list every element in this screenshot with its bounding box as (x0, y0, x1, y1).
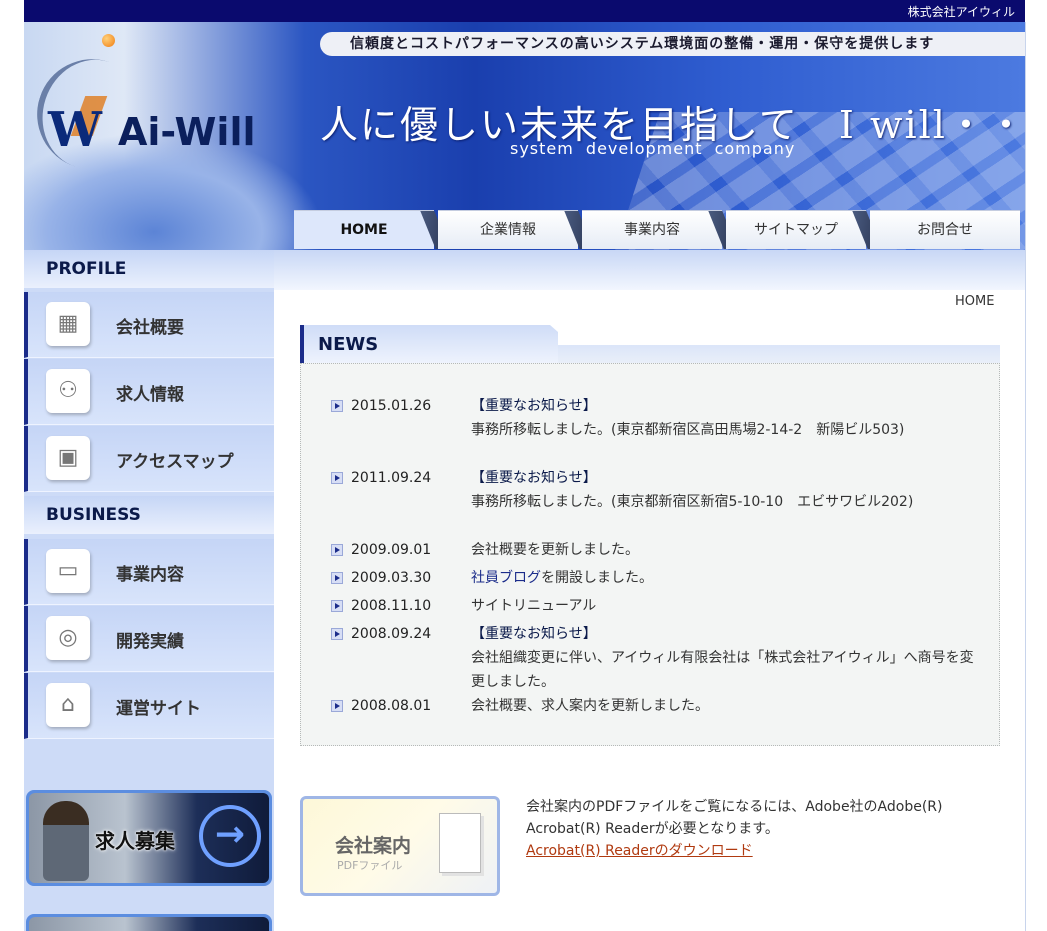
sidebar-item-label: 求人情報 (116, 385, 184, 405)
news-date: 2008.08.01 (351, 698, 432, 714)
bullet-icon (331, 628, 343, 640)
second-banner[interactable] (26, 914, 272, 931)
news-body-wrap: 【重要なお知らせ】 事務所移転しました。(東京都新宿区高田馬場2-14-2 新陽… (471, 394, 981, 442)
news-date: 2011.09.24 (351, 470, 432, 486)
sidebar: PROFILE ▦ 会社概要 ⚇ 求人情報 ▣ アクセスマップ BUSINESS… (24, 250, 274, 931)
news-headline: 【重要なお知らせ】 (471, 626, 597, 642)
main-nav: HOME 企業情報 事業内容 サイトマップ お問合せ (294, 210, 1025, 250)
company-brochure-button[interactable]: 会社案内 PDFファイル (300, 796, 500, 896)
bullet-icon (331, 472, 343, 484)
blog-link[interactable]: 社員ブログ (471, 570, 541, 586)
news-date: 2008.11.10 (351, 598, 432, 614)
news-body-wrap: 社員ブログを開設しました。 (471, 566, 981, 590)
news-heading: NEWS (300, 325, 1000, 363)
tagline: 信頼度とコストパフォーマンスの高いシステム環境面の整備・運用・保守を提供します (320, 32, 1025, 56)
bullet-icon (331, 400, 343, 412)
news-body: 会社組織変更に伴い、アイウィル有限会社は「株式会社アイウィル」へ商号を変更しまし… (471, 650, 974, 690)
bullet-icon (331, 544, 343, 556)
document-icon (439, 813, 481, 873)
people-icon: ⚇ (46, 369, 90, 413)
tab-contact[interactable]: お問合せ (870, 210, 1020, 249)
profile-heading: PROFILE (24, 250, 274, 288)
logo[interactable]: W Ai-Will (24, 34, 278, 174)
person-icon (43, 801, 89, 881)
second-banner-image (29, 917, 269, 931)
recruit-banner-label: 求人募集 (95, 829, 175, 853)
recruit-banner[interactable]: 求人募集 → (26, 790, 272, 886)
news-list: 2015.01.26 【重要なお知らせ】 事務所移転しました。(東京都新宿区高田… (300, 363, 1000, 746)
sidebar-item-company-profile[interactable]: ▦ 会社概要 (24, 292, 274, 358)
business-heading: BUSINESS (24, 496, 274, 534)
recruit-banner-image: 求人募集 → (29, 793, 269, 883)
top-bar: 株式会社アイウィル (24, 0, 1025, 22)
arrow-right-icon: → (199, 805, 261, 867)
news-body-wrap: 【重要なお知らせ】 会社組織変更に伴い、アイウィル有限会社は「株式会社アイウィル… (471, 622, 981, 694)
sidebar-item-managed-sites[interactable]: ⌂ 運営サイト (24, 673, 274, 739)
bullet-icon (331, 700, 343, 712)
news-body: 事務所移転しました。(東京都新宿区高田馬場2-14-2 新陽ビル503) (471, 422, 905, 438)
news-body: 事務所移転しました。(東京都新宿区新宿5-10-10 エビサワビル202) (471, 494, 914, 510)
logo-w-icon: W (48, 102, 102, 158)
sidebar-item-label: 運営サイト (116, 699, 201, 719)
breadcrumb: HOME (955, 294, 995, 309)
sidebar-item-access-map[interactable]: ▣ アクセスマップ (24, 426, 274, 492)
tab-company[interactable]: 企業情報 (438, 210, 594, 249)
news-date: 2008.09.24 (351, 626, 432, 642)
acrobat-download-link[interactable]: Acrobat(R) Readerのダウンロード (526, 843, 753, 859)
brochure-title: 会社案内 (335, 835, 412, 857)
sidebar-item-achievements[interactable]: ◎ 開発実績 (24, 606, 274, 672)
disc-icon: ◎ (46, 616, 90, 660)
news-body: 会社概要を更新しました。 (471, 542, 639, 558)
news-title: NEWS (318, 334, 379, 355)
sidebar-item-recruit[interactable]: ⚇ 求人情報 (24, 359, 274, 425)
sidebar-item-business[interactable]: ▭ 事業内容 (24, 539, 274, 605)
news-body-wrap: 【重要なお知らせ】 事務所移転しました。(東京都新宿区新宿5-10-10 エビサ… (471, 466, 981, 514)
company-name: 株式会社アイウィル (907, 5, 1015, 19)
bullet-icon (331, 600, 343, 612)
news-date: 2015.01.26 (351, 398, 432, 414)
news-body: 会社概要、求人案内を更新しました。 (471, 698, 709, 714)
pdf-notice-text: 会社案内のPDFファイルをご覧になるには、Adobe社のAdobe(R) Acr… (526, 799, 943, 837)
sidebar-item-label: 事業内容 (116, 565, 184, 585)
pdf-notice: 会社案内のPDFファイルをご覧になるには、Adobe社のAdobe(R) Acr… (526, 796, 996, 862)
building-icon: ▦ (46, 302, 90, 346)
header: 信頼度とコストパフォーマンスの高いシステム環境面の整備・運用・保守を提供します … (24, 22, 1025, 250)
brochure-subtitle: PDFファイル (337, 859, 403, 872)
sidebar-item-label: アクセスマップ (116, 452, 234, 472)
news-date: 2009.09.01 (351, 542, 432, 558)
bullet-icon (331, 572, 343, 584)
sidebar-item-label: 会社概要 (116, 318, 184, 338)
news-heading-bar (300, 325, 304, 363)
catch-subtitle: system development company (510, 139, 796, 158)
news-body: サイトリニューアル (471, 598, 597, 614)
news-body: を開設しました。 (541, 570, 653, 586)
logo-dot-icon (102, 34, 115, 47)
tab-business[interactable]: 事業内容 (582, 210, 738, 249)
mouse-icon: ⌂ (46, 683, 90, 727)
page: 信頼度とコストパフォーマンスの高いシステム環境面の整備・運用・保守を提供します … (24, 22, 1026, 931)
news-headline: 【重要なお知らせ】 (471, 470, 597, 486)
news-headline: 【重要なお知らせ】 (471, 398, 597, 414)
news-date: 2009.03.30 (351, 570, 432, 586)
logo-text: Ai-Will (118, 110, 256, 154)
folder-icon: ▭ (46, 549, 90, 593)
train-icon: ▣ (46, 436, 90, 480)
tab-sitemap[interactable]: サイトマップ (726, 210, 882, 249)
tab-home[interactable]: HOME (294, 210, 450, 249)
sidebar-item-label: 開発実績 (116, 632, 184, 652)
